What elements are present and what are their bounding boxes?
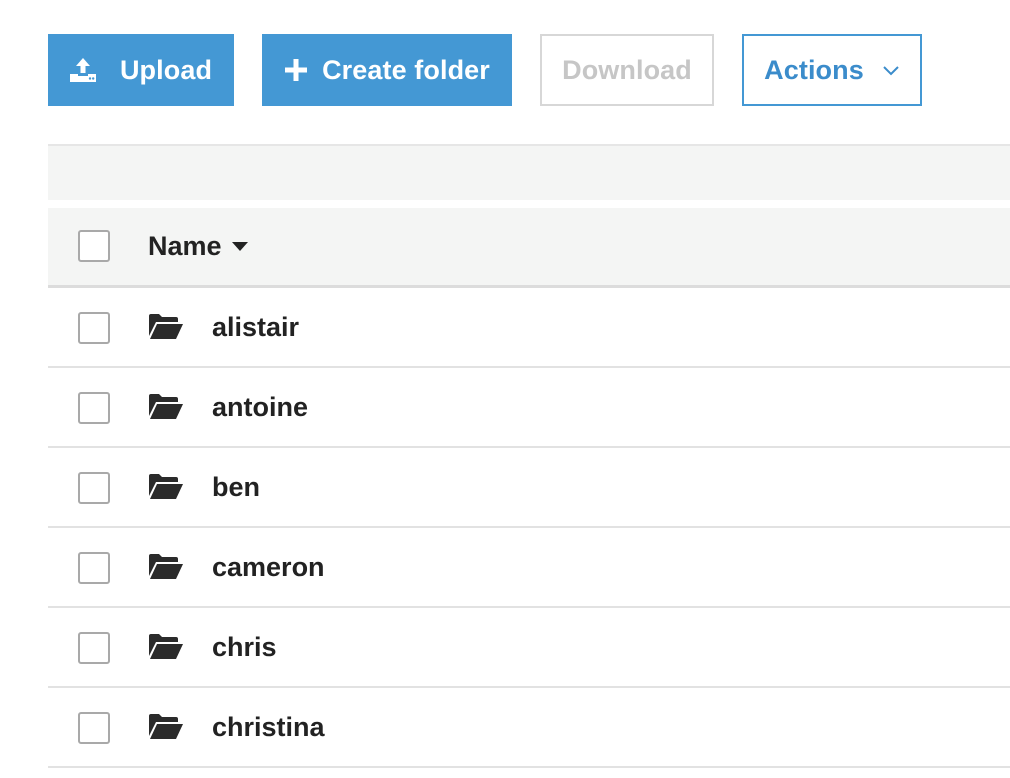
row-checkbox[interactable] — [78, 552, 110, 584]
download-button-label: Download — [562, 54, 692, 85]
chevron-down-icon — [882, 64, 900, 76]
download-button[interactable]: Download — [540, 34, 714, 106]
info-bar — [48, 144, 1010, 200]
row-checkbox[interactable] — [78, 312, 110, 344]
folder-name-link[interactable]: antoine — [212, 368, 308, 446]
sort-desc-caret-icon — [231, 242, 248, 251]
table-header: Name — [48, 208, 1010, 288]
folder-name-link[interactable]: christina — [212, 688, 325, 766]
table-row: christina — [48, 688, 1010, 768]
table-row: cameron — [48, 528, 1010, 608]
row-checkbox[interactable] — [78, 632, 110, 664]
row-checkbox[interactable] — [78, 472, 110, 504]
folder-name-link[interactable]: chris — [212, 608, 277, 686]
actions-dropdown-button[interactable]: Actions — [742, 34, 922, 106]
folder-open-icon — [148, 714, 184, 740]
folder-open-icon — [148, 314, 184, 340]
actions-button-label: Actions — [764, 54, 864, 85]
folder-open-icon — [148, 554, 184, 580]
folder-name-link[interactable]: ben — [212, 448, 260, 526]
plus-icon — [284, 58, 308, 82]
row-checkbox[interactable] — [78, 712, 110, 744]
select-all-checkbox[interactable] — [78, 230, 110, 262]
upload-button[interactable]: Upload — [48, 34, 234, 106]
folder-open-icon — [148, 474, 184, 500]
name-column-header[interactable]: Name — [148, 208, 248, 285]
file-table: Name alistair antoine ben cameron chris … — [48, 208, 1010, 768]
folder-name-link[interactable]: alistair — [212, 288, 299, 366]
table-row: ben — [48, 448, 1010, 528]
folder-name-link[interactable]: cameron — [212, 528, 325, 606]
upload-button-label: Upload — [119, 54, 213, 85]
create-folder-button-label: Create folder — [322, 54, 490, 85]
file-browser: Upload Create folder Download Actions Na… — [0, 0, 1010, 778]
name-column-label: Name — [148, 231, 222, 261]
table-row: alistair — [48, 288, 1010, 368]
table-row: antoine — [48, 368, 1010, 448]
folder-open-icon — [148, 394, 184, 420]
table-row: chris — [48, 608, 1010, 688]
upload-icon — [68, 56, 98, 84]
folder-open-icon — [148, 634, 184, 660]
row-checkbox[interactable] — [78, 392, 110, 424]
create-folder-button[interactable]: Create folder — [262, 34, 512, 106]
